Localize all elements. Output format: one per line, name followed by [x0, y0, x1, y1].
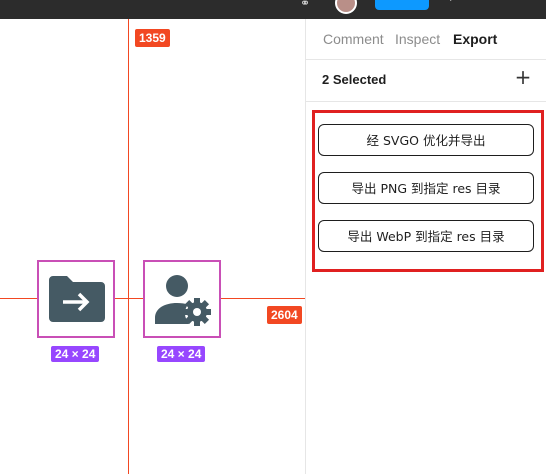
selection-header: 2 Selected + [306, 59, 546, 102]
x-coordinate-badge: 1359 [135, 29, 170, 47]
selection-title: 2 Selected [322, 72, 387, 87]
plus-icon[interactable]: + [513, 67, 533, 87]
frame-user-settings[interactable] [143, 260, 221, 338]
panel-tabs: Comment Inspect Export [306, 19, 546, 60]
tab-export[interactable]: Export [453, 31, 497, 47]
y-coordinate-badge: 2604 [267, 306, 302, 324]
frame-folder-move[interactable] [37, 260, 115, 338]
link-icon[interactable]: ⚭ [300, 0, 320, 12]
png-export-button[interactable]: 导出 PNG 到指定 res 目录 [318, 172, 534, 204]
user-settings-icon [155, 275, 211, 326]
svgo-export-button[interactable]: 经 SVGO 优化并导出 [318, 124, 534, 156]
frame-size-badge: 24 × 24 [51, 346, 100, 362]
avatar[interactable] [335, 0, 357, 14]
frame-size-badge: 24 × 24 [157, 346, 206, 362]
top-toolbar: ⚭ ▸ [0, 0, 546, 19]
share-button[interactable] [375, 0, 429, 10]
tab-comment[interactable]: Comment [323, 31, 384, 47]
webp-export-button[interactable]: 导出 WebP 到指定 res 目录 [318, 220, 534, 252]
tab-inspect[interactable]: Inspect [395, 31, 440, 47]
vertical-guide-line [128, 19, 129, 474]
design-canvas[interactable]: 1359 2604 24 × 24 24 × 24 [0, 19, 305, 474]
play-icon[interactable]: ▸ [450, 0, 458, 4]
folder-move-icon [49, 276, 105, 322]
right-panel: Comment Inspect Export 2 Selected + 经 SV… [305, 19, 546, 474]
